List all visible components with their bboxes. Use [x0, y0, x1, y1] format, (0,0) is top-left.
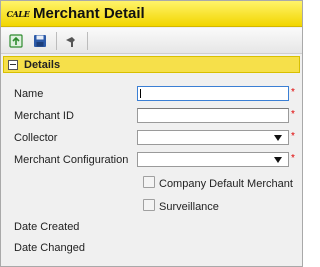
merchant-id-input[interactable]: [137, 108, 289, 123]
window-title: Merchant Detail: [33, 5, 145, 22]
collapse-icon[interactable]: [8, 59, 18, 70]
company-default-merchant-label: Company Default Merchant: [159, 178, 293, 190]
company-default-merchant-checkbox[interactable]: [143, 176, 155, 188]
merchant-configuration-label: Merchant Configuration: [14, 154, 129, 166]
required-marker: *: [291, 153, 295, 164]
section-title: Details: [24, 58, 61, 71]
add-record-icon: [9, 33, 23, 48]
text-cursor: [140, 89, 141, 98]
toolbar-separator: [56, 31, 57, 50]
collector-select[interactable]: [137, 130, 289, 145]
details-section-header[interactable]: Details: [3, 56, 300, 73]
required-marker: *: [291, 87, 295, 98]
merchant-configuration-select[interactable]: [137, 152, 289, 167]
name-label: Name: [14, 88, 44, 100]
name-input[interactable]: [137, 86, 289, 101]
save-button[interactable]: [29, 31, 51, 51]
dropdown-arrow-icon[interactable]: [274, 157, 282, 163]
details-panel: Name * Merchant ID * Collector * Merchan…: [3, 73, 300, 263]
toolbar-separator: [87, 31, 88, 50]
add-record-button[interactable]: [5, 31, 27, 51]
date-changed-label: Date Changed: [14, 242, 85, 254]
save-icon: [34, 34, 46, 47]
cale-logo: CALE: [6, 8, 30, 19]
surveillance-label: Surveillance: [159, 201, 219, 213]
date-created-label: Date Created: [14, 221, 80, 233]
toolbar: [1, 28, 302, 54]
required-marker: *: [291, 109, 295, 120]
collector-label: Collector: [14, 132, 58, 144]
title-bar: CALE Merchant Detail: [1, 1, 302, 27]
surveillance-checkbox[interactable]: [143, 199, 155, 211]
required-marker: *: [291, 131, 295, 142]
merchant-id-label: Merchant ID: [14, 110, 74, 122]
pin-icon: [66, 36, 75, 47]
dropdown-arrow-icon[interactable]: [274, 135, 282, 141]
merchant-detail-window: CALE Merchant Detail Details Name * Merc…: [0, 0, 303, 267]
pin-button[interactable]: [60, 31, 82, 51]
